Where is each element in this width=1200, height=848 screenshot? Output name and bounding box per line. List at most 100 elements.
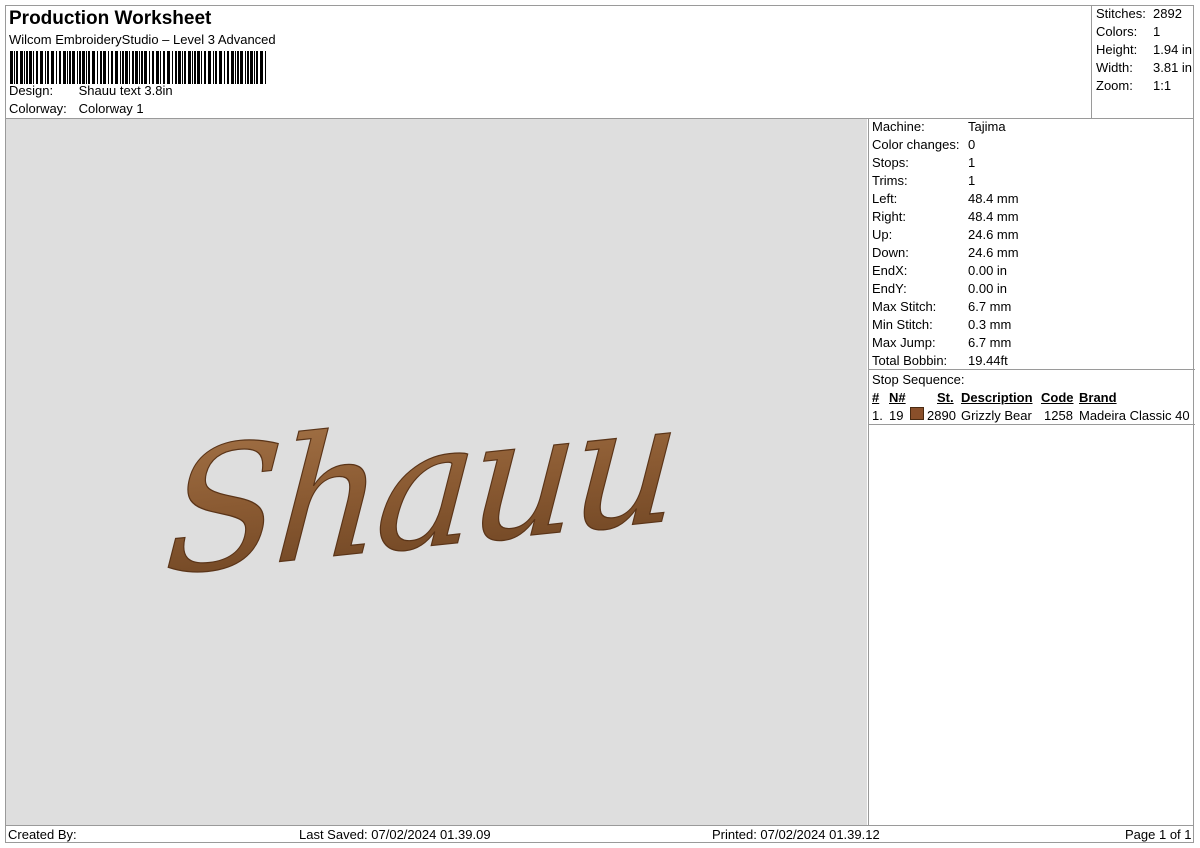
width-label: Width: — [1096, 60, 1133, 75]
barcode-bar — [175, 51, 177, 84]
footer: Created By: Last Saved: 07/02/2024 01.39… — [6, 825, 1194, 844]
barcode-bar — [260, 51, 263, 84]
property-label: Color changes: — [872, 137, 960, 152]
last-saved: Last Saved: 07/02/2024 01.39.09 — [299, 827, 491, 842]
barcode-bar — [63, 51, 66, 84]
design-text: Shauu — [160, 363, 681, 614]
colorway-label: Colorway: — [9, 101, 67, 116]
software-name: Wilcom EmbroideryStudio – Level 3 Advanc… — [9, 32, 276, 47]
design-preview: Shauu — [6, 119, 867, 825]
barcode-bar — [188, 51, 191, 84]
property-row: Trims: 1 — [872, 173, 975, 188]
barcode-bar — [79, 51, 81, 84]
barcode-bar — [132, 51, 134, 84]
property-row: Down: 24.6 mm — [872, 245, 1019, 260]
barcode-bar — [36, 51, 38, 84]
property-value: 6.7 mm — [968, 335, 1012, 350]
property-label: Machine: — [872, 119, 925, 134]
barcode-bar — [227, 51, 229, 84]
barcode-bar — [24, 51, 25, 84]
barcode-bar — [231, 51, 234, 84]
barcode-bar — [125, 51, 128, 84]
row-description: Grizzly Bear — [961, 408, 1032, 423]
property-value: 0.3 mm — [968, 317, 1012, 332]
thread-color-swatch — [910, 407, 924, 420]
barcode-bar — [213, 51, 214, 84]
embroidery-design: Shauu — [160, 362, 682, 615]
barcode-bar — [72, 51, 75, 84]
stop-sequence-title: Stop Sequence: — [872, 372, 965, 387]
property-value: 48.4 mm — [968, 209, 1019, 224]
barcode-bar — [45, 51, 46, 84]
property-label: Up: — [872, 227, 893, 242]
barcode-bar — [88, 51, 90, 84]
barcode-bar — [20, 51, 23, 84]
colors-row: Colors: 1 — [1096, 24, 1160, 39]
barcode-bar — [178, 51, 181, 84]
printed-date: Printed: 07/02/2024 01.39.12 — [712, 827, 880, 842]
barcode-bar — [235, 51, 236, 84]
barcode-bar — [135, 51, 138, 84]
colors-value: 1 — [1153, 24, 1161, 39]
height-label: Height: — [1096, 42, 1138, 57]
barcode-bar — [47, 51, 49, 84]
col-description-header: Description — [961, 390, 1033, 405]
col-code-header: Code — [1041, 390, 1074, 405]
sequence-divider — [869, 424, 1195, 425]
col-needle-header: N# — [889, 390, 906, 405]
barcode-bar — [245, 51, 246, 84]
height-value: 1.94 in — [1153, 42, 1193, 57]
property-row: Up: 24.6 mm — [872, 227, 1019, 242]
property-row: Color changes: 0 — [872, 137, 975, 152]
property-label: EndY: — [872, 281, 907, 296]
barcode-bar — [237, 51, 239, 84]
barcode-bar — [33, 51, 34, 84]
stitches-label: Stitches: — [1096, 6, 1146, 21]
barcode-bar — [201, 51, 202, 84]
properties-panel: Machine: Tajima Color changes: 0 Stops: 1 Trim… — [868, 119, 1195, 825]
row-needle: 19 — [889, 408, 904, 423]
row-brand: Madeira Classic 40 — [1079, 408, 1190, 423]
barcode-bar — [144, 51, 147, 84]
property-row: Min Stitch: 0.3 mm — [872, 317, 1011, 332]
barcode-bar — [167, 51, 170, 84]
barcode-bar — [139, 51, 140, 84]
created-by: Created By: — [8, 827, 77, 842]
barcode-bar — [59, 51, 61, 84]
property-label: Stops: — [872, 155, 909, 170]
width-row: Width: 3.81 in — [1096, 60, 1192, 75]
barcode-bar — [247, 51, 249, 84]
barcode-bar — [92, 51, 95, 84]
property-row: Right: 48.4 mm — [872, 209, 1019, 224]
properties-divider — [869, 369, 1195, 370]
barcode-bar — [29, 51, 32, 84]
zoom-row: Zoom: 1:1 — [1096, 78, 1171, 93]
barcode-bar — [77, 51, 78, 84]
barcode-bar — [182, 51, 183, 84]
row-code: 1258 — [1044, 408, 1073, 423]
barcode-bar — [14, 51, 15, 84]
colorway-row: Colorway: Colorway 1 — [9, 101, 144, 116]
barcode-bar — [219, 51, 222, 84]
design-value: Shauu text 3.8in — [78, 83, 173, 98]
barcode-bar — [208, 51, 211, 84]
property-label: Max Stitch: — [872, 299, 937, 314]
property-value: 19.44ft — [968, 353, 1008, 368]
barcode-bar — [26, 51, 28, 84]
row-stitches: 2890 — [927, 408, 956, 423]
property-value: 0.00 in — [968, 281, 1008, 296]
zoom-value: 1:1 — [1153, 78, 1172, 93]
zoom-label: Zoom: — [1096, 78, 1133, 93]
property-label: EndX: — [872, 263, 908, 278]
row-index: 1. — [872, 408, 883, 423]
barcode-bar — [108, 51, 109, 84]
property-label: Min Stitch: — [872, 317, 933, 332]
design-summary: Stitches: 2892 Colors: 1 Height: 1.94 in Wi… — [1091, 6, 1195, 118]
barcode-bar — [82, 51, 85, 84]
property-value: 0.00 in — [968, 263, 1008, 278]
worksheet-header: Production Worksheet Wilcom EmbroiderySt… — [6, 6, 1092, 118]
barcode-bar — [149, 51, 150, 84]
property-row: Machine: Tajima — [872, 119, 1006, 134]
barcode-bar — [250, 51, 253, 84]
page-title: Production Worksheet — [9, 8, 212, 29]
